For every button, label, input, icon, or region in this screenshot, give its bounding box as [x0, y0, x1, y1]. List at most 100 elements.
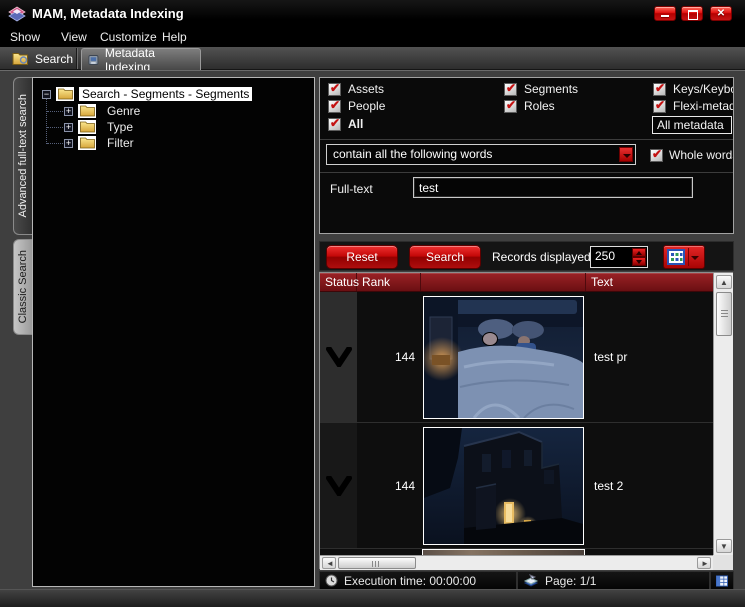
- collapse-expander-icon[interactable]: [42, 90, 51, 99]
- horizontal-scroll-thumb[interactable]: [338, 557, 416, 569]
- spinner-up-icon[interactable]: [632, 248, 646, 257]
- whole-words-label: Whole words: [669, 148, 734, 162]
- spinner-down-icon[interactable]: [632, 257, 646, 266]
- column-header-text[interactable]: Text: [586, 273, 713, 291]
- expand-expander-icon[interactable]: [64, 139, 73, 148]
- tree-filter-label[interactable]: Filter: [101, 136, 134, 150]
- rank-cell: 144: [357, 292, 421, 422]
- all-metadata-field[interactable]: All metadata: [652, 116, 732, 134]
- reset-button[interactable]: Reset: [326, 245, 398, 269]
- scroll-down-icon[interactable]: [716, 539, 732, 553]
- checkbox-roles[interactable]: Roles: [504, 99, 555, 113]
- checkbox-label: People: [348, 99, 385, 113]
- text-cell: test 2: [586, 423, 713, 548]
- divider: [320, 139, 733, 140]
- metadata-tab-icon: [88, 54, 99, 66]
- vertical-scrollbar[interactable]: [713, 273, 733, 555]
- execution-time-section: Execution time: 00:00:00: [319, 571, 517, 590]
- tree-node-filter[interactable]: Filter: [64, 135, 134, 151]
- expand-expander-icon[interactable]: [64, 107, 73, 116]
- tab-advanced-fulltext-search[interactable]: Advanced full-text search: [13, 77, 32, 235]
- column-header-rank[interactable]: Rank: [357, 273, 421, 291]
- actions-bar: Reset Search Records displayed 250: [319, 241, 734, 271]
- view-mode-dropdown-icon[interactable]: [689, 246, 701, 268]
- scroll-up-icon[interactable]: [716, 275, 732, 289]
- maximize-button[interactable]: [681, 6, 703, 21]
- tree-connector-stub: [47, 127, 63, 128]
- records-count-spinner[interactable]: 250: [590, 246, 648, 268]
- folder-icon: [56, 87, 74, 101]
- main-area: Advanced full-text search Classic Search…: [0, 70, 745, 589]
- thumbnail-cell[interactable]: [421, 292, 586, 422]
- table-header: Status Rank Text: [320, 273, 713, 292]
- scrollbar-corner: [713, 555, 733, 570]
- fulltext-input[interactable]: [414, 178, 692, 197]
- checkbox-assets[interactable]: Assets: [328, 82, 384, 96]
- menu-help[interactable]: Help: [162, 30, 187, 44]
- results-table: Status Rank Text 144: [319, 272, 733, 569]
- checkbox-icon: [328, 83, 341, 96]
- tree-node-type[interactable]: Type: [64, 119, 133, 135]
- tab-classic-search[interactable]: Classic Search: [13, 239, 32, 335]
- thumbnail-house-scene[interactable]: [423, 427, 584, 545]
- tree-node-genre[interactable]: Genre: [64, 103, 140, 119]
- table-row[interactable]: 144: [320, 423, 713, 549]
- search-toolbar-label: Search: [35, 52, 73, 66]
- menu-show[interactable]: Show: [10, 30, 40, 44]
- grid-status-section[interactable]: [710, 571, 734, 590]
- tree-type-label[interactable]: Type: [101, 120, 133, 134]
- checkbox-icon: [504, 100, 517, 113]
- scroll-right-icon[interactable]: [697, 557, 711, 569]
- toolbar-separator: [76, 48, 78, 69]
- text-cell: test pr: [586, 292, 713, 422]
- checkbox-label: Roles: [524, 99, 555, 113]
- records-displayed-label: Records displayed: [492, 250, 591, 264]
- thumbnail-cell[interactable]: [421, 423, 586, 548]
- horizontal-scrollbar[interactable]: [320, 555, 713, 570]
- menu-bar: Show View Customize Help: [0, 28, 745, 47]
- menu-customize[interactable]: Customize: [100, 30, 157, 44]
- status-cell: [320, 292, 357, 422]
- fulltext-field-frame: [413, 177, 693, 198]
- column-header-thumbnail[interactable]: [421, 273, 586, 291]
- scroll-left-icon[interactable]: [322, 557, 336, 569]
- tree-connector-stub: [47, 143, 63, 144]
- folder-icon: [78, 104, 96, 118]
- expand-expander-icon[interactable]: [64, 123, 73, 132]
- checkbox-flexi-metadata[interactable]: Flexi-metadat: [653, 99, 734, 113]
- tree-genre-label[interactable]: Genre: [101, 104, 140, 118]
- checkbox-segments[interactable]: Segments: [504, 82, 578, 96]
- app-logo-icon: [8, 6, 27, 22]
- match-mode-combobox[interactable]: contain all the following words: [326, 144, 636, 165]
- checkbox-people[interactable]: People: [328, 99, 385, 113]
- view-mode-button[interactable]: [663, 245, 705, 269]
- checkbox-icon: [504, 83, 517, 96]
- table-row[interactable]: 144: [320, 292, 713, 423]
- vertical-scroll-thumb[interactable]: [716, 292, 732, 336]
- tree-connector-stub: [47, 111, 63, 112]
- folder-icon: [78, 120, 96, 134]
- search-folder-icon: [12, 52, 29, 66]
- search-toolbar-button[interactable]: Search: [4, 48, 81, 69]
- close-button[interactable]: [710, 6, 732, 21]
- checkbox-icon: [328, 118, 341, 131]
- checkbox-all[interactable]: All: [328, 117, 363, 131]
- checkbox-label: All: [348, 117, 363, 131]
- page-indicator-text: Page: 1/1: [545, 574, 596, 588]
- tree-node-root[interactable]: Search - Segments - Segments: [42, 86, 252, 102]
- thumbnail-bed-scene[interactable]: [423, 296, 584, 419]
- combobox-dropdown-icon[interactable]: [619, 147, 633, 162]
- tab-metadata-indexing[interactable]: Metadata Indexing: [81, 48, 201, 70]
- execution-time-text: Execution time: 00:00:00: [344, 574, 476, 588]
- menu-view[interactable]: View: [61, 30, 87, 44]
- search-button[interactable]: Search: [409, 245, 481, 269]
- status-cell: [320, 423, 357, 548]
- column-header-status[interactable]: Status: [320, 273, 357, 291]
- minimize-button[interactable]: [654, 6, 676, 21]
- checkbox-label: Assets: [348, 82, 384, 96]
- checkbox-keys-keyboards[interactable]: Keys/Keyboa: [653, 82, 734, 96]
- checkbox-whole-words[interactable]: Whole words: [650, 148, 734, 162]
- table-body: 144: [320, 292, 713, 555]
- records-count-value[interactable]: 250: [595, 249, 615, 263]
- tree-root-label[interactable]: Search - Segments - Segments: [79, 87, 252, 101]
